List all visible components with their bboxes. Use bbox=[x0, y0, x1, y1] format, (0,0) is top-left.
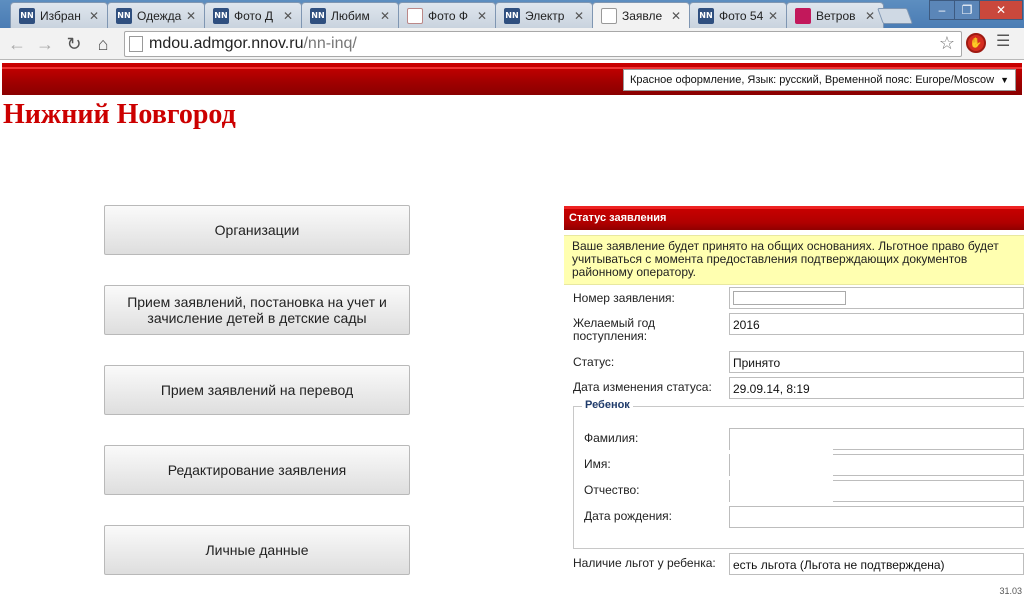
browser-tab[interactable]: NN Фото 54 ✕ bbox=[689, 2, 787, 28]
maximize-button[interactable]: ❐ bbox=[954, 0, 980, 20]
back-icon[interactable]: ← bbox=[5, 32, 29, 56]
browser-tab-label: Избран bbox=[40, 8, 81, 23]
browser-tab[interactable]: Заявле ✕ bbox=[592, 2, 690, 28]
browser-tab[interactable]: NN Фото Д ✕ bbox=[204, 2, 302, 28]
application-number-value bbox=[733, 291, 846, 305]
reload-icon[interactable]: ↻ bbox=[62, 32, 86, 56]
browser-tab-strip: NN Избран ✕ NN Одежда ✕ NN Фото Д ✕ NN Любим ✕ Фото … bbox=[0, 0, 1024, 28]
home-icon[interactable]: ⌂ bbox=[91, 32, 115, 56]
birthdate-label: Дата рождения: bbox=[584, 509, 672, 523]
favicon-icon bbox=[601, 7, 617, 24]
favicon-icon: NN bbox=[19, 7, 35, 24]
menu-button-organizations[interactable]: Организации bbox=[104, 205, 410, 255]
status-label: Статус: bbox=[573, 355, 615, 369]
browser-toolbar: ← → ↻ ⌂ mdou.admgor.nnov.ru/nn-inq/ ☆ ✋ … bbox=[0, 28, 1024, 60]
close-tab-icon[interactable]: ✕ bbox=[378, 9, 392, 23]
stop-extension-icon[interactable]: ✋ bbox=[966, 33, 986, 53]
browser-tab[interactable]: NN Электр ✕ bbox=[495, 2, 593, 28]
minimize-button[interactable]: – bbox=[929, 0, 955, 20]
status-date-field: 29.09.14, 8:19 bbox=[729, 377, 1024, 399]
browser-tab-label: Электр bbox=[525, 8, 565, 23]
favicon-icon: NN bbox=[698, 7, 714, 24]
forward-icon[interactable]: → bbox=[33, 32, 57, 56]
new-tab-button[interactable] bbox=[877, 8, 913, 24]
close-tab-icon[interactable]: ✕ bbox=[669, 9, 683, 23]
status-panel-header: Статус заявления bbox=[564, 206, 1024, 230]
page-title: Нижний Новгород bbox=[3, 99, 236, 130]
benefit-label: Наличие льгот у ребенка: bbox=[573, 556, 716, 570]
browser-tab-label: Фото Ф bbox=[428, 8, 469, 23]
favicon-icon: NN bbox=[504, 7, 520, 24]
close-tab-icon[interactable]: ✕ bbox=[475, 9, 489, 23]
settings-dropdown-label: Красное оформление, Язык: русский, Време… bbox=[629, 74, 995, 86]
close-tab-icon[interactable]: ✕ bbox=[184, 9, 198, 23]
surname-label: Фамилия: bbox=[584, 431, 639, 445]
status-notice: Ваше заявление будет принято на общих ос… bbox=[564, 235, 1024, 285]
desired-year-label: Желаемый год поступления: bbox=[573, 316, 655, 343]
browser-tab[interactable]: Ветров ✕ bbox=[786, 2, 884, 28]
url-path: /nn-inq/ bbox=[303, 35, 357, 52]
status-panel-title: Статус заявления bbox=[569, 212, 667, 224]
favicon-icon bbox=[795, 7, 811, 24]
browser-tab-label: Ветров bbox=[816, 8, 856, 23]
menu-button-applications[interactable]: Прием заявлений, постановка на учет и за… bbox=[104, 285, 410, 335]
url-host: mdou.admgor.nnov.ru bbox=[149, 35, 304, 52]
close-window-button[interactable]: ✕ bbox=[979, 0, 1023, 20]
close-tab-icon[interactable]: ✕ bbox=[281, 9, 295, 23]
status-field: Принято bbox=[729, 351, 1024, 373]
browser-tab[interactable]: NN Любим ✕ bbox=[301, 2, 399, 28]
favicon-icon: NN bbox=[116, 7, 132, 24]
close-tab-icon[interactable]: ✕ bbox=[572, 9, 586, 23]
browser-tab[interactable]: NN Избран ✕ bbox=[10, 2, 108, 28]
status-panel: Статус заявления Ваше заявление будет пр… bbox=[564, 206, 1024, 600]
favicon-icon: NN bbox=[310, 7, 326, 24]
birthdate-field bbox=[729, 506, 1024, 528]
close-tab-icon[interactable]: ✕ bbox=[863, 9, 877, 23]
close-tab-icon[interactable]: ✕ bbox=[87, 9, 101, 23]
close-tab-icon[interactable]: ✕ bbox=[766, 9, 780, 23]
menu-icon[interactable]: ☰ bbox=[996, 34, 1014, 52]
menu-button-transfer[interactable]: Прием заявлений на перевод bbox=[104, 365, 410, 415]
favicon-icon bbox=[407, 7, 423, 24]
desired-year-field: 2016 bbox=[729, 313, 1024, 335]
status-date-label: Дата изменения статуса: bbox=[573, 380, 712, 394]
menu-button-personal-data[interactable]: Личные данные bbox=[104, 525, 410, 575]
chevron-down-icon: ▼ bbox=[1000, 75, 1009, 85]
redaction-mask bbox=[730, 429, 833, 504]
bookmark-star-icon[interactable]: ☆ bbox=[939, 33, 955, 54]
browser-tab[interactable]: NN Одежда ✕ bbox=[107, 2, 205, 28]
child-legend: Ребенок bbox=[582, 399, 633, 411]
browser-tab-label: Фото 54 bbox=[719, 8, 764, 23]
header-bar: Красное оформление, Язык: русский, Време… bbox=[2, 63, 1022, 95]
benefit-field: есть льгота (Льгота не подтверждена) bbox=[729, 553, 1024, 575]
browser-tab-label: Одежда bbox=[137, 8, 182, 23]
browser-tab-label: Любим bbox=[331, 8, 370, 23]
application-number-field bbox=[729, 287, 1024, 309]
favicon-icon: NN bbox=[213, 7, 229, 24]
address-bar[interactable]: mdou.admgor.nnov.ru/nn-inq/ ☆ bbox=[124, 31, 962, 57]
browser-tab[interactable]: Фото Ф ✕ bbox=[398, 2, 496, 28]
first-name-label: Имя: bbox=[584, 457, 611, 471]
version-text: 31.03 bbox=[999, 586, 1022, 596]
patronymic-label: Отчество: bbox=[584, 483, 640, 497]
settings-dropdown[interactable]: Красное оформление, Язык: русский, Време… bbox=[622, 69, 1016, 91]
browser-tab-label: Фото Д bbox=[234, 8, 274, 23]
browser-tab-label: Заявле bbox=[622, 8, 663, 23]
page-content: Красное оформление, Язык: русский, Време… bbox=[0, 61, 1024, 600]
menu-button-edit-application[interactable]: Редактирование заявления bbox=[104, 445, 410, 495]
application-number-label: Номер заявления: bbox=[573, 291, 675, 305]
page-icon bbox=[129, 36, 143, 52]
